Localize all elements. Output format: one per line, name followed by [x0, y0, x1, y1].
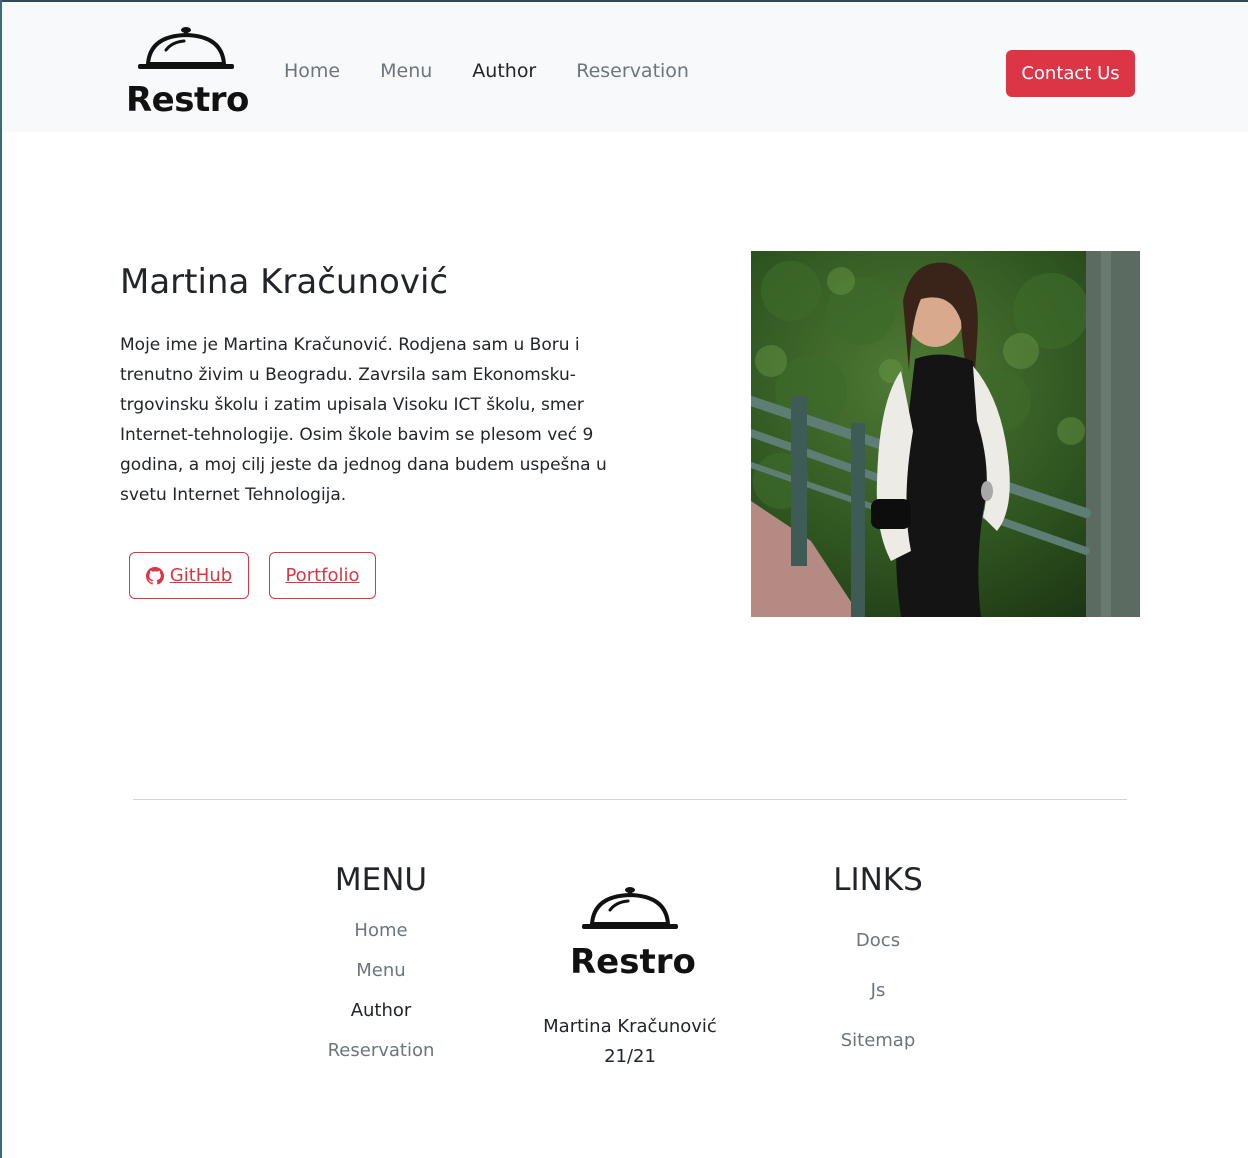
footer-sitemap-link[interactable]: Sitemap — [800, 1016, 956, 1066]
footer-menu-reservation-link[interactable]: Reservation — [300, 1026, 462, 1076]
footer-docs-link[interactable]: Docs — [800, 916, 956, 966]
footer-brand-name: Restro — [570, 942, 696, 982]
author-photo — [751, 251, 1140, 617]
brand-logo-link[interactable]: Restro — [126, 26, 250, 122]
footer-brand-logo: Restro — [560, 886, 698, 986]
nav-home-link[interactable]: Home — [284, 60, 340, 82]
footer-js-link[interactable]: Js — [800, 966, 956, 1016]
footer-author-name: Martina Kračunović — [543, 1016, 717, 1037]
cloche-icon — [138, 27, 234, 69]
cloche-icon — [582, 887, 678, 929]
nav-menu-link[interactable]: Menu — [380, 60, 432, 82]
footer-author-index: 21/21 — [604, 1046, 656, 1067]
author-bio: Moje ime je Martina Kračunović. Rodjena … — [120, 335, 607, 505]
navbar: Restro Home Menu Author Reservation Cont… — [2, 2, 1248, 132]
nav-author-link[interactable]: Author — [472, 60, 536, 82]
footer-divider — [133, 799, 1127, 800]
brand-name: Restro — [126, 80, 249, 120]
portfolio-button[interactable]: Portfolio — [269, 552, 376, 599]
footer-menu-title: MENU — [334, 862, 428, 898]
github-button-label: GitHub — [169, 565, 233, 586]
nav-links: Home Menu Author Reservation — [284, 60, 729, 82]
footer-links-title: LINKS — [833, 862, 923, 898]
contact-us-button[interactable]: Contact Us — [1006, 50, 1135, 97]
github-icon — [145, 566, 164, 585]
window-frame-left — [0, 0, 2, 1158]
author-name-heading: Martina Kračunović — [120, 262, 449, 302]
footer-menu-column: MENU Home Menu Author Reservation — [300, 862, 462, 1076]
github-button[interactable]: GitHub — [129, 552, 249, 599]
footer-author-info: Martina Kračunović 21/21 — [520, 1012, 740, 1072]
footer-links-column: LINKS Docs Js Sitemap — [800, 862, 956, 1066]
nav-reservation-link[interactable]: Reservation — [576, 60, 689, 82]
author-photo-illustration — [751, 251, 1140, 617]
